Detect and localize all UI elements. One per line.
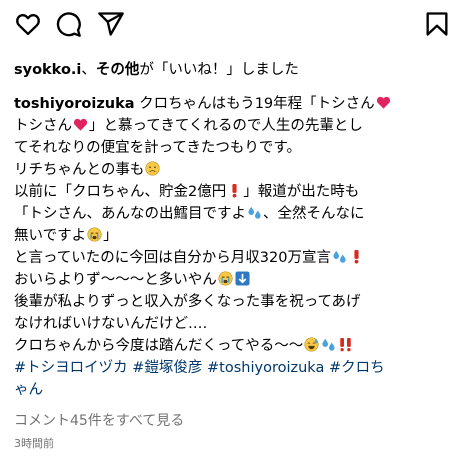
- caption-line: クロちゃんから今度は踏んだくってやる〜〜: [14, 335, 455, 357]
- crying-face-icon: [218, 271, 233, 286]
- sweat-droplets-icon: [321, 337, 336, 352]
- post-timestamp: 3時間前: [14, 437, 54, 450]
- red-heart-icon: [376, 95, 391, 110]
- hashtag-link[interactable]: #トシヨロイヅカ: [14, 360, 128, 376]
- likes-text: が「いいね！」しました: [139, 62, 299, 78]
- caption-text: トシさん: [14, 118, 72, 134]
- sweat-smile-face-icon: [304, 337, 319, 352]
- exclamation-icon: [349, 249, 364, 264]
- likes-others-link[interactable]: その他: [96, 62, 140, 78]
- double-exclamation-icon: [338, 337, 353, 352]
- hashtag-link[interactable]: #鎧塚俊彦: [132, 360, 202, 376]
- sweat-droplets-icon: [332, 249, 347, 264]
- liker-username[interactable]: syokko.i: [14, 62, 81, 78]
- likes-separator: 、: [81, 62, 96, 78]
- hashtag-line: ゃん: [14, 379, 455, 401]
- hashtag-link[interactable]: #クロち: [329, 360, 385, 376]
- caption-text: 」: [103, 228, 118, 244]
- caption-text: と言っていたのに今回は自分から月収320万宣言: [14, 250, 331, 266]
- caption-line: 「トシさん、あんなの出鱈目ですよ 、全然そんなに: [14, 203, 455, 225]
- caption-text: 以前に「クロちゃん、貯金2億円: [14, 184, 227, 200]
- exclamation-icon: [227, 183, 242, 198]
- caption-text: クロちゃんはもう19年程「トシさん: [134, 96, 375, 112]
- hashtag-link-continued[interactable]: ゃん: [14, 382, 43, 398]
- post-caption: toshiyoroizuka クロちゃんはもう19年程「トシさん トシさん 」と慕…: [14, 93, 455, 401]
- caption-line: toshiyoroizuka クロちゃんはもう19年程「トシさん: [14, 93, 455, 115]
- heart-icon[interactable]: [14, 10, 42, 38]
- sweat-droplets-icon: [247, 205, 262, 220]
- caption-text: 無いですよ: [14, 228, 87, 244]
- caption-line: リチちゃんとの事も: [14, 159, 455, 181]
- hashtag-line: #トシヨロイヅカ #鎧塚俊彦 #toshiyoroizuka #クロち: [14, 357, 455, 379]
- caption-line: なければいけないんだけど‥‥: [14, 313, 455, 335]
- caption-text: 後輩が私よりずっと収入が多くなった事を祝ってあげ: [14, 294, 361, 310]
- caption-line: おいらよりず〜〜〜と多いやん: [14, 269, 455, 291]
- caption-text: 「トシさん、あんなの出鱈目ですよ: [14, 206, 246, 222]
- caption-text: てそれなりの便宜を計ってきたつもりです。: [14, 140, 301, 156]
- caption-text: 」と慕ってきてくれるので人生の先輩とし: [89, 118, 363, 134]
- caption-text: なければいけないんだけど‥‥: [14, 316, 208, 332]
- view-all-comments-link[interactable]: コメント45件をすべて見る: [14, 411, 184, 431]
- post-actions-bar: [14, 10, 451, 38]
- caption-line: と言っていたのに今回は自分から月収320万宣言: [14, 247, 455, 269]
- likes-summary: syokko.i、その他が「いいね！」しました: [14, 60, 455, 80]
- comment-icon[interactable]: [54, 10, 82, 38]
- bookmark-icon[interactable]: [423, 10, 451, 38]
- caption-text: リチちゃんとの事も: [14, 162, 145, 178]
- caption-text: 、全然そんなに: [263, 206, 365, 222]
- caption-line: 後輩が私よりずっと収入が多くなった事を祝ってあげ: [14, 291, 455, 313]
- caption-text: おいらよりず〜〜〜と多いやん: [14, 272, 217, 288]
- crying-face-icon: [87, 227, 102, 242]
- hashtag-link[interactable]: #toshiyoroizuka: [207, 360, 324, 376]
- down-arrow-icon: [235, 271, 250, 286]
- worried-face-icon: [145, 161, 160, 176]
- caption-text: クロちゃんから今度は踏んだくってやる〜〜: [14, 338, 304, 354]
- caption-username[interactable]: toshiyoroizuka: [14, 96, 135, 112]
- caption-text: 」報道が出た時も: [243, 184, 360, 200]
- caption-line: 無いですよ」: [14, 225, 455, 247]
- red-heart-icon: [73, 117, 88, 132]
- caption-line: トシさん 」と慕ってきてくれるので人生の先輩とし: [14, 115, 455, 137]
- caption-line: てそれなりの便宜を計ってきたつもりです。: [14, 137, 455, 159]
- caption-line: 以前に「クロちゃん、貯金2億円 」報道が出た時も: [14, 181, 455, 203]
- share-icon[interactable]: [97, 10, 125, 38]
